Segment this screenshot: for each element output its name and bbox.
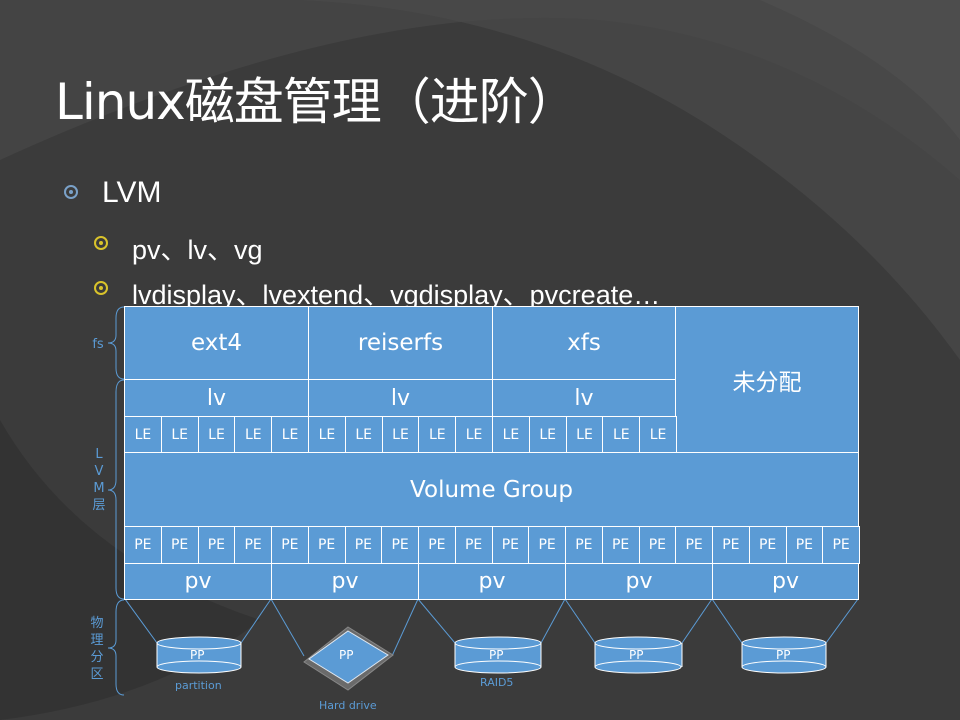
partition-label: partition	[175, 679, 222, 692]
volume-group-block: Volume Group	[124, 452, 859, 527]
fs-ext4: ext4	[124, 306, 309, 380]
raid-label: RAID5	[480, 676, 514, 689]
pe-cell: PE	[601, 526, 640, 564]
hard-drive-label: Hard drive	[319, 699, 377, 712]
lvm-label-char: L	[95, 447, 103, 462]
pe-cell: PE	[307, 526, 346, 564]
pv-block: pv	[418, 563, 566, 600]
le-cell: LE	[528, 416, 567, 453]
pp-label: PP	[776, 648, 791, 662]
pe-cell: PE	[197, 526, 236, 564]
le-cell: LE	[602, 416, 641, 453]
le-cell: LE	[308, 416, 346, 453]
fs-layer-label: fs	[92, 337, 104, 352]
physical-label-char: 区	[90, 667, 104, 682]
pe-cell: PE	[675, 526, 713, 564]
pe-cell: PE	[381, 526, 419, 564]
pv-block: pv	[712, 563, 859, 600]
lvm-label-char: M	[93, 481, 105, 496]
pe-cell: PE	[124, 526, 162, 564]
physical-layer-label: 物 理 分 区	[87, 615, 107, 683]
le-cell: LE	[234, 416, 273, 453]
pe-cell: PE	[491, 526, 530, 564]
pp-label: PP	[629, 648, 644, 662]
le-cell: LE	[271, 416, 309, 453]
pe-cell: PE	[638, 526, 677, 564]
fs-brace	[107, 306, 125, 380]
pv-block: pv	[565, 563, 713, 600]
fs-reiserfs: reiserfs	[308, 306, 493, 380]
pe-cell: PE	[160, 526, 199, 564]
pe-cell: PE	[271, 526, 309, 564]
le-cell: LE	[381, 416, 420, 453]
le-cell: LE	[160, 416, 199, 453]
pe-cell: PE	[344, 526, 383, 564]
pe-cell: PE	[822, 526, 860, 564]
physical-label-char: 物	[90, 616, 104, 631]
pe-cell: PE	[565, 526, 603, 564]
le-cell: LE	[639, 416, 677, 453]
le-cell: LE	[492, 416, 530, 453]
pe-cell: PE	[785, 526, 824, 564]
lv-block: lv	[124, 379, 309, 417]
le-cell: LE	[418, 416, 457, 453]
pe-cell: PE	[418, 526, 456, 564]
lvm-label-char: 层	[92, 498, 106, 513]
lv-block: lv	[308, 379, 493, 417]
pe-cell: PE	[454, 526, 493, 564]
le-cell: LE	[565, 416, 604, 453]
fs-xfs: xfs	[492, 306, 676, 380]
pe-cell: PE	[748, 526, 787, 564]
pp-label: PP	[489, 648, 504, 662]
le-cell: LE	[197, 416, 236, 453]
pp-label: PP	[190, 648, 205, 662]
physical-label-char: 分	[90, 650, 104, 665]
lv-block: lv	[492, 379, 676, 417]
physical-label-char: 理	[90, 633, 104, 648]
unallocated-block: 未分配	[675, 306, 859, 453]
pp-label: PP	[339, 648, 354, 662]
pv-block: pv	[271, 563, 419, 600]
lvm-brace	[107, 379, 125, 600]
pe-cell: PE	[234, 526, 272, 564]
pe-cell: PE	[712, 526, 750, 564]
pe-cell: PE	[528, 526, 566, 564]
lvm-layer-label: L V M 层	[89, 446, 109, 514]
physical-brace	[107, 599, 125, 696]
le-cell: LE	[344, 416, 383, 453]
le-cell: LE	[124, 416, 162, 453]
pv-block: pv	[124, 563, 272, 600]
lvm-label-char: V	[94, 464, 104, 479]
le-cell: LE	[455, 416, 493, 453]
